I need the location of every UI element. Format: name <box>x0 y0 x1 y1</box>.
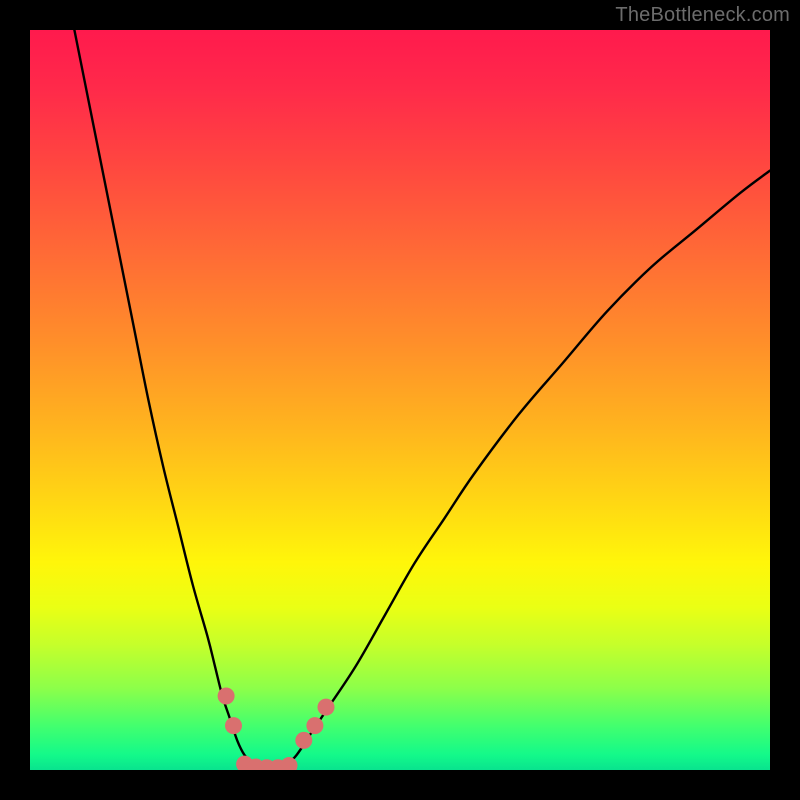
marker-bottom-e <box>281 757 298 770</box>
plot-area <box>30 30 770 770</box>
marker-left-knee-upper <box>218 688 235 705</box>
curve-right-curve <box>282 171 770 770</box>
marker-right-knee-c <box>318 699 335 716</box>
chart-frame: TheBottleneck.com <box>0 0 800 800</box>
marker-right-knee-a <box>295 732 312 749</box>
marker-right-knee-b <box>306 717 323 734</box>
chart-overlay <box>30 30 770 770</box>
curve-left-curve <box>74 30 259 770</box>
marker-group <box>218 688 335 771</box>
marker-left-knee-lower <box>225 717 242 734</box>
curve-group <box>74 30 770 770</box>
watermark-text: TheBottleneck.com <box>615 4 790 27</box>
